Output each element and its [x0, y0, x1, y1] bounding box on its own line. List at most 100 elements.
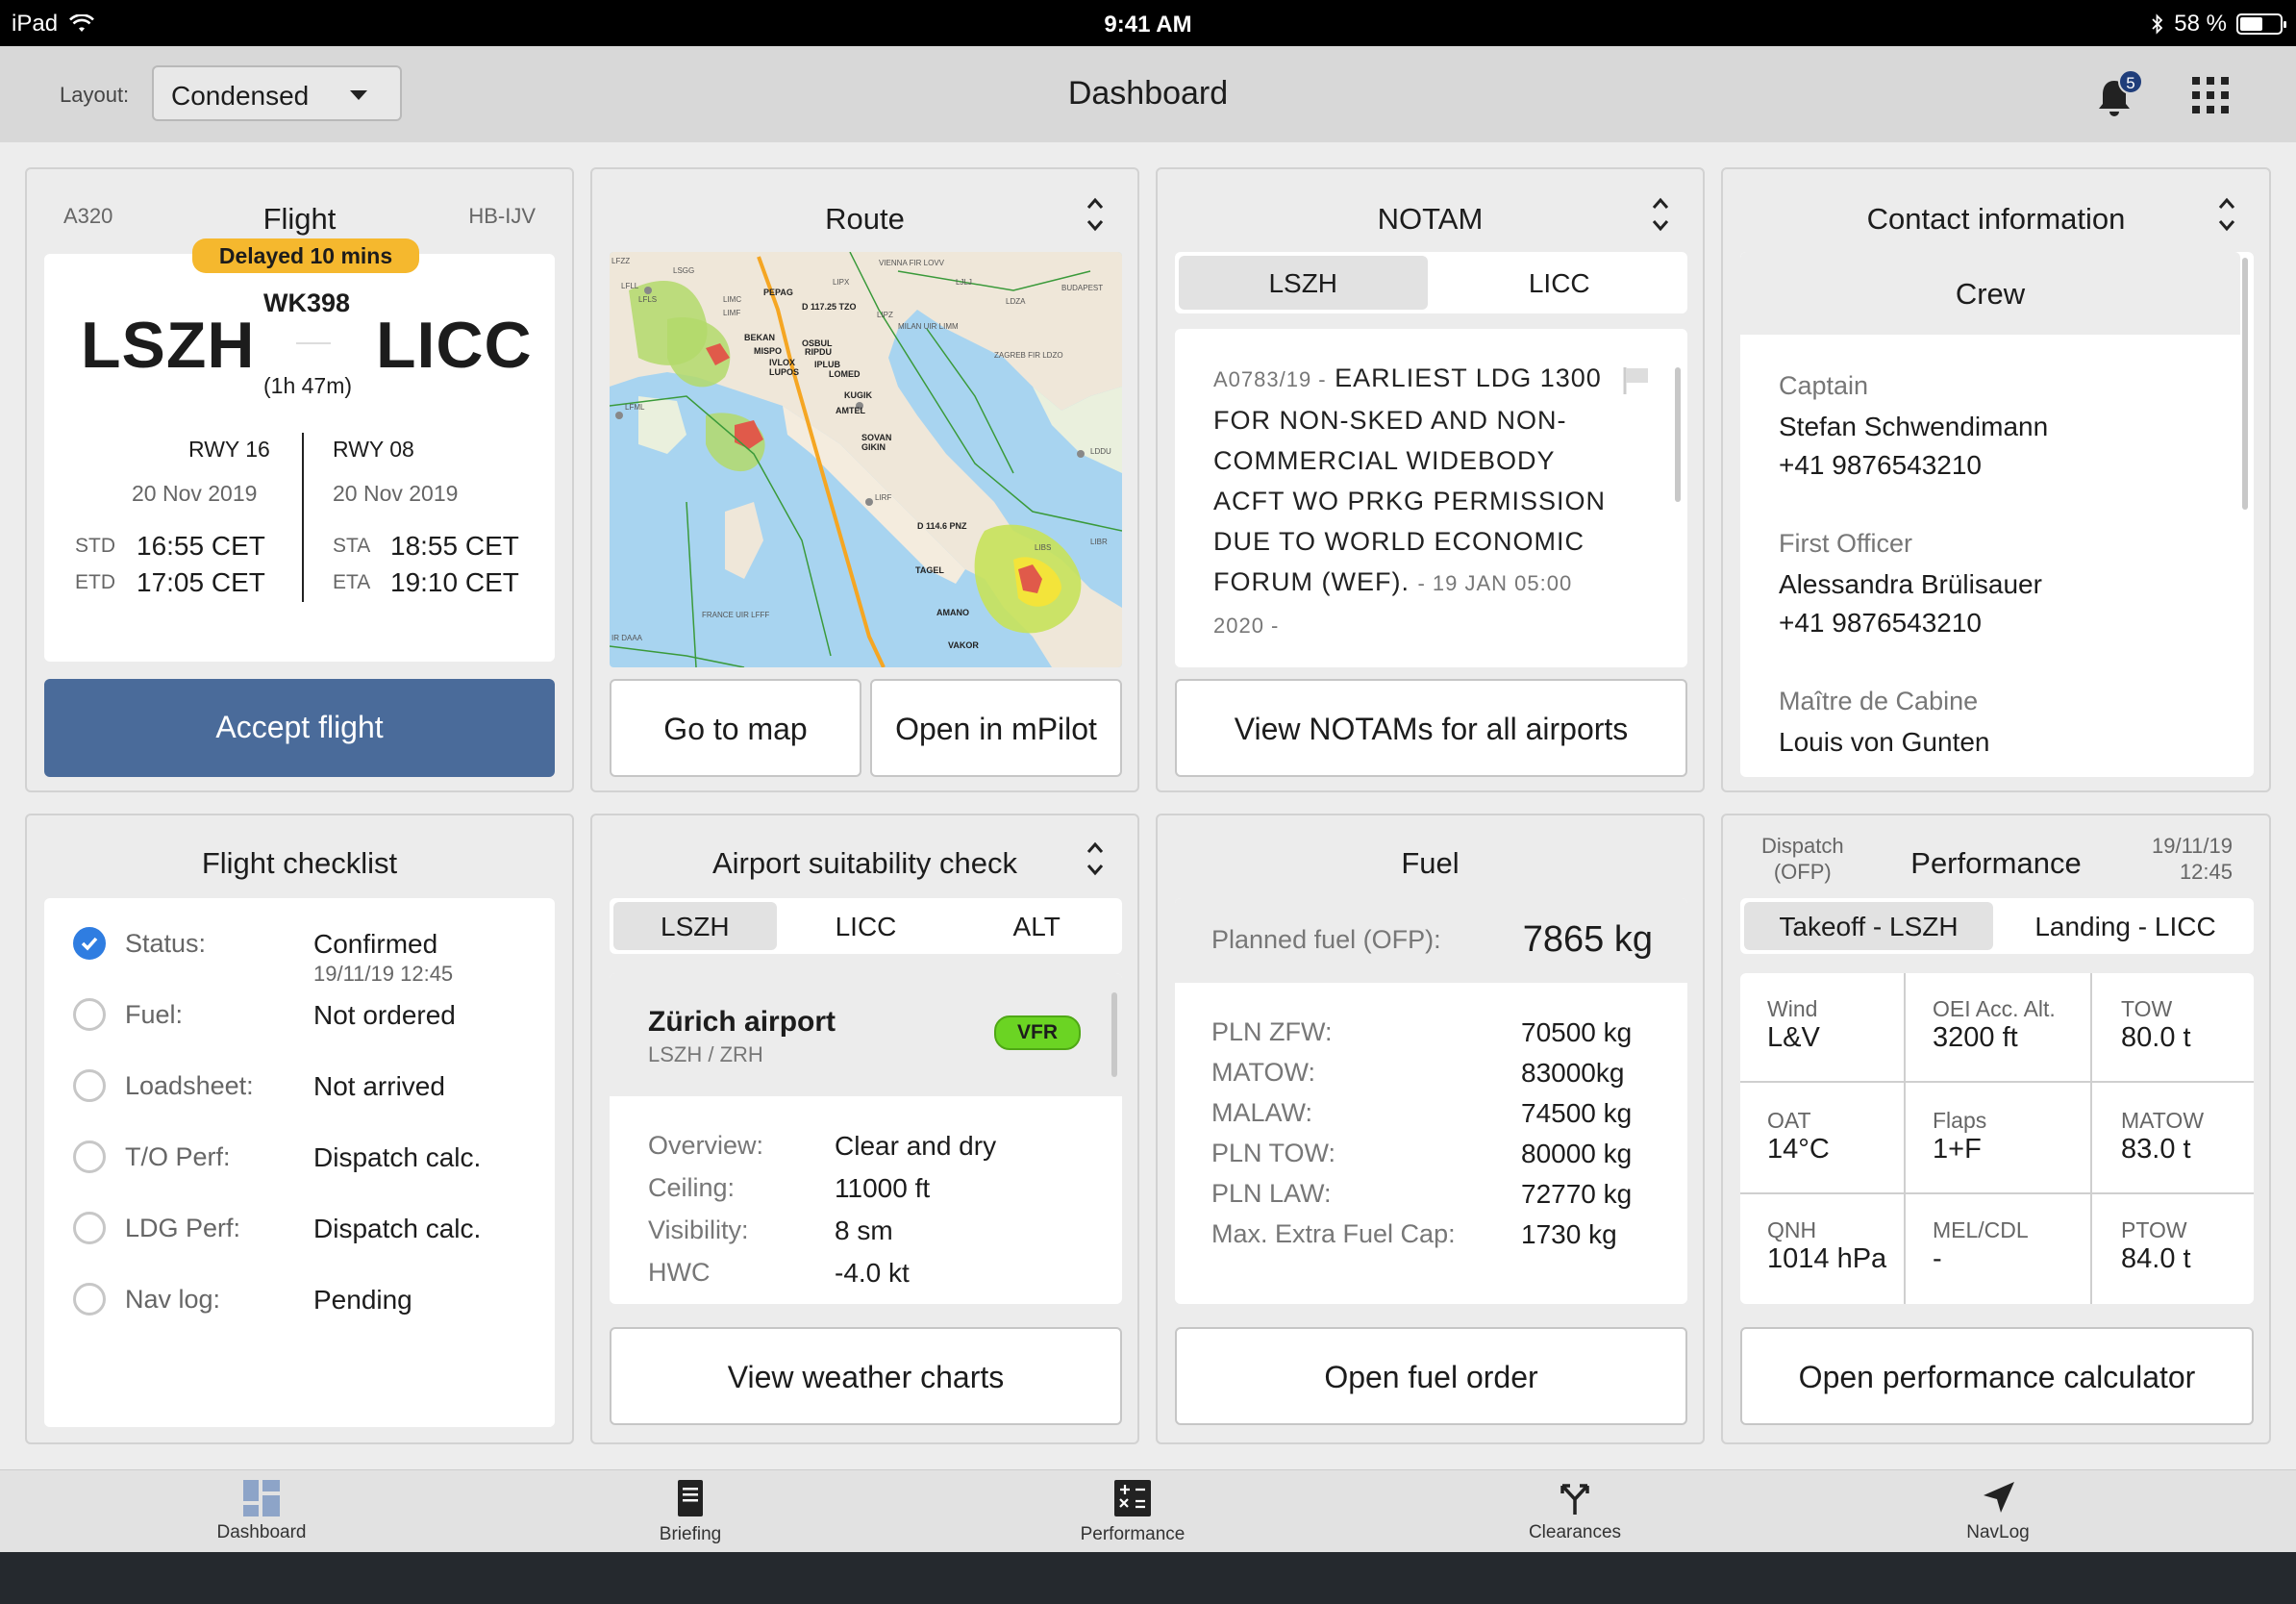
map-label: SOVAN — [861, 433, 891, 442]
checklist-item[interactable]: Loadsheet: Not arrived — [73, 1069, 535, 1127]
battery-percent: 58 % — [2174, 11, 2227, 37]
map-label: LIMF — [723, 309, 740, 317]
tab-landing[interactable]: Landing - LICC — [2001, 902, 2250, 950]
tab-lszh[interactable]: LSZH — [1179, 256, 1428, 310]
checklist-label: Status: — [125, 929, 207, 958]
map-label: LDDU — [1090, 447, 1111, 456]
checklist-item[interactable]: Status: Confirmed 19/11/19 12:45 — [73, 927, 535, 986]
map-label: LDZA — [1006, 297, 1026, 306]
fuel-label: Max. Extra Fuel Cap: — [1211, 1219, 1456, 1248]
fuel-value: 80000 kg — [1521, 1139, 1633, 1168]
map-label: GIKIN — [861, 442, 886, 452]
tab-licc[interactable]: LICC — [1435, 256, 1685, 310]
expand-collapse-icon[interactable] — [1086, 194, 1105, 235]
checklist-item[interactable]: T/O Perf: Dispatch calc. — [73, 1140, 535, 1198]
scrollbar[interactable] — [2242, 258, 2248, 510]
checklist-item[interactable]: Fuel: Not ordered — [73, 998, 535, 1056]
tab-performance[interactable]: Performance — [1036, 1478, 1229, 1545]
empty-circle-icon[interactable] — [73, 1069, 106, 1102]
scrollbar[interactable] — [1675, 367, 1681, 502]
map-label: LIPZ — [877, 311, 893, 319]
empty-circle-icon[interactable] — [73, 1212, 106, 1244]
checklist-card: Flight checklist Status: Confirmed 19/11… — [25, 814, 574, 1444]
checklist-item[interactable]: LDG Perf: Dispatch calc. — [73, 1212, 535, 1269]
empty-circle-icon[interactable] — [73, 1283, 106, 1316]
open-in-mpilot-button[interactable]: Open in mPilot — [870, 679, 1122, 777]
tab-lszh[interactable]: LSZH — [613, 902, 777, 950]
go-to-map-button[interactable]: Go to map — [610, 679, 861, 777]
tab-clearances[interactable]: Clearances — [1479, 1478, 1671, 1543]
map-label: LIRF — [875, 493, 891, 502]
view-notams-label: View NOTAMs for all airports — [1234, 712, 1629, 746]
arrival-date: 20 Nov 2019 — [333, 481, 459, 506]
apps-grid-icon[interactable] — [2192, 77, 2229, 113]
map-label: LJLJ — [956, 278, 972, 287]
planned-fuel-row: Planned fuel (OFP): 7865 kg — [1175, 898, 1687, 983]
crew-name: Louis von Gunten — [1779, 727, 1990, 757]
fuel-label: MATOW: — [1211, 1058, 1315, 1087]
grid-line — [1740, 1081, 2254, 1083]
airport-header: Zürich airport LSZH / ZRH VFR — [610, 973, 1122, 1096]
map-label: D 114.6 PNZ — [917, 521, 967, 531]
weather-value: Clear and dry — [835, 1131, 997, 1161]
grid-line — [1904, 973, 1906, 1304]
airport-suitability-card: Airport suitability check LSZH LICC ALT … — [590, 814, 1139, 1444]
perf-value: 1014 hPa — [1767, 1243, 1887, 1274]
performance-grid: Wind L&V OEI Acc. Alt. 3200 ft TOW 80.0 t O… — [1740, 973, 2254, 1304]
crew-list[interactable]: Crew Captain Stefan Schwendimann +41 987… — [1740, 252, 2254, 777]
open-fuel-order-button[interactable]: Open fuel order — [1175, 1327, 1687, 1425]
scrollbar[interactable] — [1111, 992, 1117, 1077]
checklist-card-title: Flight checklist — [201, 846, 398, 880]
route-map[interactable]: PEPAG D 117.25 TZO BEKAN OSBUL MISPO RIP… — [610, 252, 1122, 667]
fuel-card: Fuel Planned fuel (OFP): 7865 kg PLN ZFW… — [1156, 814, 1705, 1444]
checklist-item[interactable]: Nav log: Pending — [73, 1283, 535, 1341]
checklist-value: Not ordered — [313, 1000, 456, 1030]
perf-value: 83.0 t — [2121, 1134, 2191, 1165]
flag-icon[interactable] — [1621, 365, 1652, 396]
crew-role: First Officer — [1779, 529, 1913, 558]
map-label: AMTEL — [836, 406, 865, 415]
perf-cell: OAT 14°C — [1767, 1108, 1830, 1165]
tab-alt[interactable]: ALT — [955, 902, 1118, 950]
fuel-value: 74500 kg — [1521, 1098, 1633, 1128]
sta-label: STA — [333, 535, 371, 557]
expand-collapse-icon[interactable] — [2217, 194, 2236, 235]
open-performance-calculator-button[interactable]: Open performance calculator — [1740, 1327, 2254, 1425]
perf-cell: TOW 80.0 t — [2121, 996, 2191, 1054]
perf-value: 80.0 t — [2121, 1022, 2191, 1053]
view-notams-button[interactable]: View NOTAMs for all airports — [1175, 679, 1687, 777]
map-label: VIENNA FIR LOVV — [879, 259, 945, 267]
notam-card: NOTAM LSZH LICC A0783/19 - EARLIEST LDG … — [1156, 167, 1705, 792]
notification-badge: 5 — [2118, 69, 2143, 94]
fuel-value: 72770 kg — [1521, 1179, 1633, 1209]
perf-cell: MEL/CDL - — [1933, 1217, 2029, 1275]
tab-navlog[interactable]: NavLog — [1902, 1478, 2094, 1543]
crew-phone[interactable]: +41 9876543210 — [1779, 450, 1982, 481]
empty-circle-icon[interactable] — [73, 1140, 106, 1173]
tab-label: Performance — [1080, 1524, 1185, 1544]
accept-flight-button[interactable]: Accept flight — [44, 679, 555, 777]
map-label: IPLUB — [814, 360, 841, 369]
fuel-label: PLN TOW: — [1211, 1139, 1336, 1167]
notam-id: A0783/19 - — [1213, 367, 1327, 391]
view-weather-charts-button[interactable]: View weather charts — [610, 1327, 1122, 1425]
crew-phone[interactable]: +41 9876543210 — [1779, 608, 1982, 639]
grid-line — [2090, 973, 2092, 1304]
crew-section-title: Crew — [1955, 277, 2026, 311]
tab-dashboard[interactable]: Dashboard — [165, 1478, 358, 1543]
tab-takeoff[interactable]: Takeoff - LSZH — [1744, 902, 1993, 950]
tab-briefing[interactable]: Briefing — [594, 1478, 786, 1545]
map-label: BUDAPEST — [1061, 284, 1103, 292]
check-circle-icon[interactable] — [73, 927, 106, 960]
checklist-label: Fuel: — [125, 1000, 184, 1029]
planned-fuel-value: 7865 kg — [1522, 919, 1653, 960]
empty-circle-icon[interactable] — [73, 998, 106, 1031]
tab-licc[interactable]: LICC — [785, 902, 948, 950]
perf-cell: PTOW 84.0 t — [2121, 1217, 2191, 1275]
accept-flight-label: Accept flight — [215, 710, 384, 744]
expand-collapse-icon[interactable] — [1086, 839, 1105, 879]
perf-cell: MATOW 83.0 t — [2121, 1108, 2204, 1165]
route-card-title: Route — [825, 202, 905, 236]
expand-collapse-icon[interactable] — [1651, 194, 1670, 235]
notam-list[interactable]: A0783/19 - EARLIEST LDG 1300 FOR NON-SKE… — [1175, 329, 1687, 667]
